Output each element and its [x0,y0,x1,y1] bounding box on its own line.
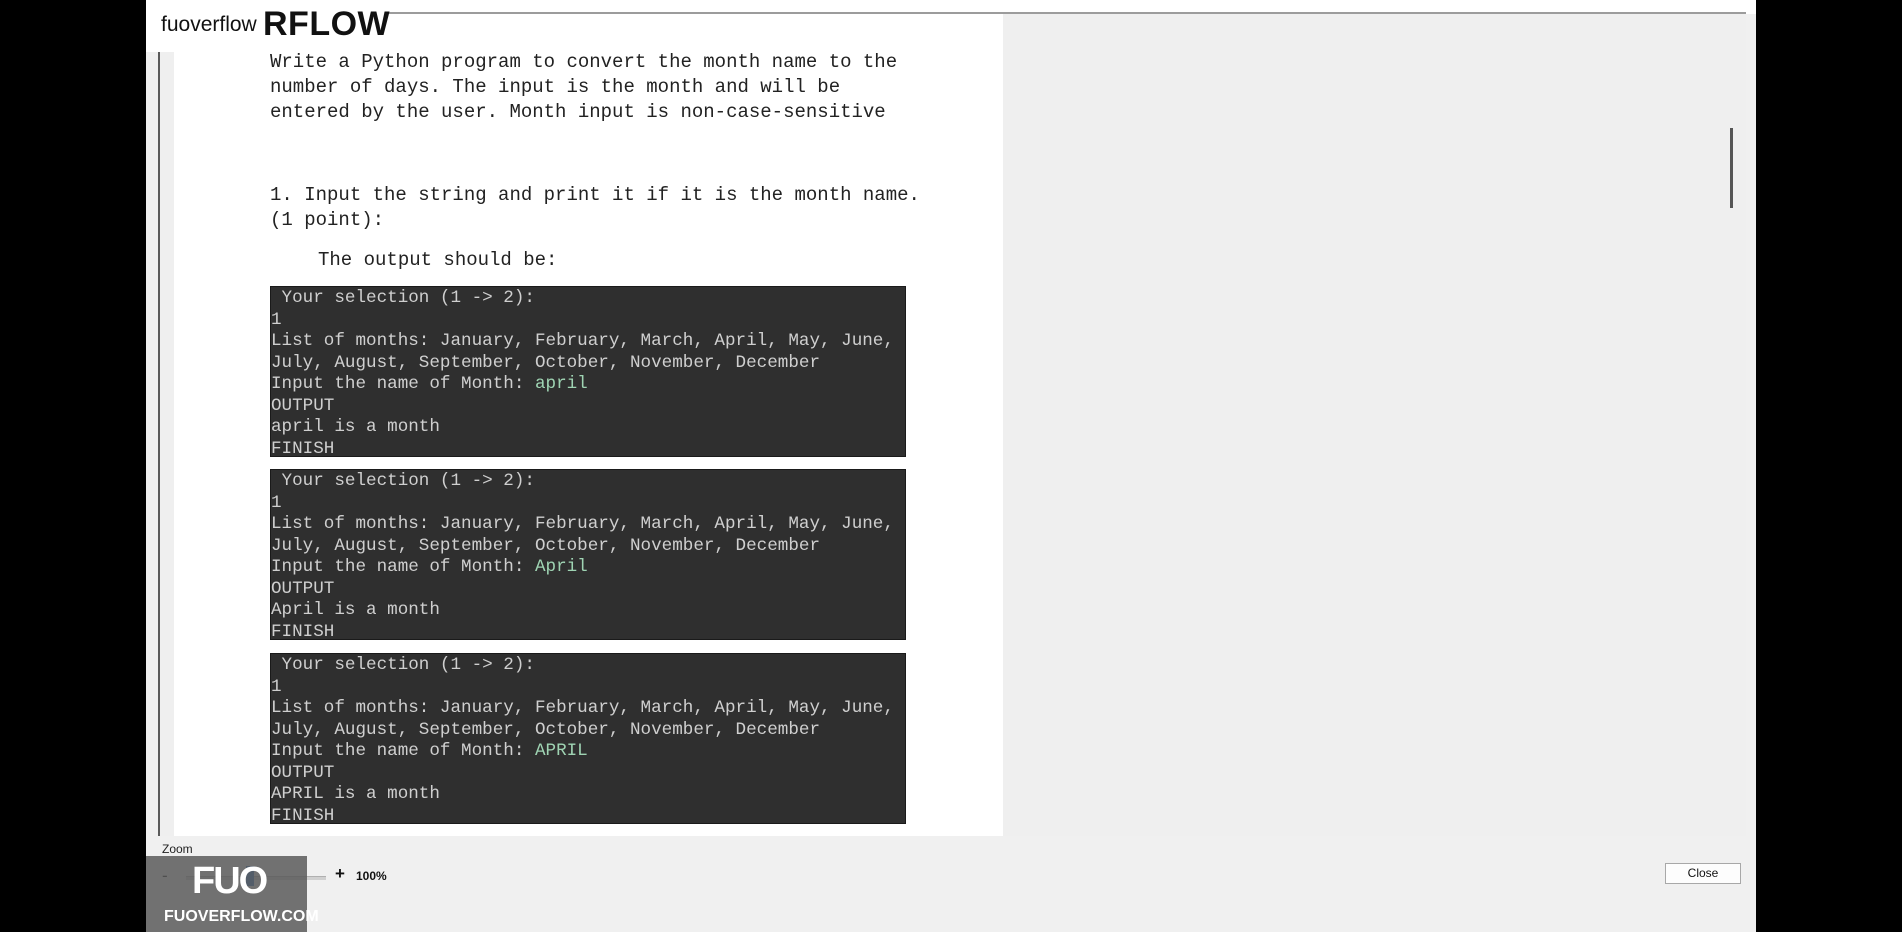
left-rule [158,52,160,836]
terminal-line: Your selection (1 -> 2): [271,655,535,675]
terminal-line: April is a month [271,600,440,620]
terminal-line: 1 [271,676,282,697]
terminal-output-1: Your selection (1 -> 2): 1 List of month… [270,286,906,457]
watermark-url: FUOVERFLOW.COM [164,908,319,925]
zoom-label: Zoom [162,842,193,856]
viewer-window: Write a Python program to convert the mo… [146,0,1756,932]
terminal-line: OUTPUT [271,578,335,599]
brand-name-small: fuoverflow [161,13,257,36]
terminal-line: Input the name of Month: april [271,374,905,396]
terminal-line: Your selection (1 -> 2): [271,288,535,308]
watermark-logo: FUO [192,860,268,902]
terminal-line: Input the name of Month: April [271,557,905,579]
document-page: Write a Python program to convert the mo… [174,14,1003,836]
terminal-line: Your selection (1 -> 2): [271,471,535,491]
task-1-text: 1. Input the string and print it if it i… [270,184,932,231]
brand-header: fuoverflow RFLOW [146,0,390,52]
terminal-line: OUTPUT [271,762,335,783]
prompt-text: Input the name of Month: [271,741,535,761]
close-button[interactable]: Close [1665,863,1741,884]
terminal-line: Input the name of Month: APRIL [271,741,905,763]
terminal-line: List of months: January, February, March… [271,331,894,351]
user-input: april [534,374,588,394]
terminal-line: APRIL is a month [271,784,440,804]
terminal-line: July, August, September, October, Novemb… [271,719,821,740]
terminal-line: 1 [271,492,282,513]
brand-name-large: RFLOW [263,5,391,43]
terminal-output-3: Your selection (1 -> 2): 1 List of month… [270,653,906,824]
prompt-text: Input the name of Month: [271,374,535,394]
user-input: APRIL [534,741,588,761]
bottom-toolbar: Zoom - + 100% Close [146,836,1756,932]
terminal-line: July, August, September, October, Novemb… [271,352,821,373]
terminal-line: FINISH [271,438,335,457]
terminal-line: FINISH [271,805,335,824]
terminal-line: OUTPUT [271,395,335,416]
output-label: The output should be: [318,249,558,271]
intro-text: Write a Python program to convert the mo… [270,51,909,123]
terminal-line: FINISH [271,621,335,640]
zoom-value: 100% [356,869,387,883]
user-input: April [534,557,588,577]
zoom-in-button[interactable]: + [335,864,345,884]
terminal-line: List of months: January, February, March… [271,698,894,718]
terminal-line: List of months: January, February, March… [271,514,894,534]
vertical-scrollbar-thumb[interactable] [1730,128,1733,208]
prompt-text: Input the name of Month: [271,557,535,577]
terminal-output-2: Your selection (1 -> 2): 1 List of month… [270,469,906,640]
terminal-line: april is a month [271,417,440,437]
terminal-line: 1 [271,309,282,330]
terminal-line: July, August, September, October, Novemb… [271,535,821,556]
watermark: FUO FUOVERFLOW.COM [146,856,319,932]
